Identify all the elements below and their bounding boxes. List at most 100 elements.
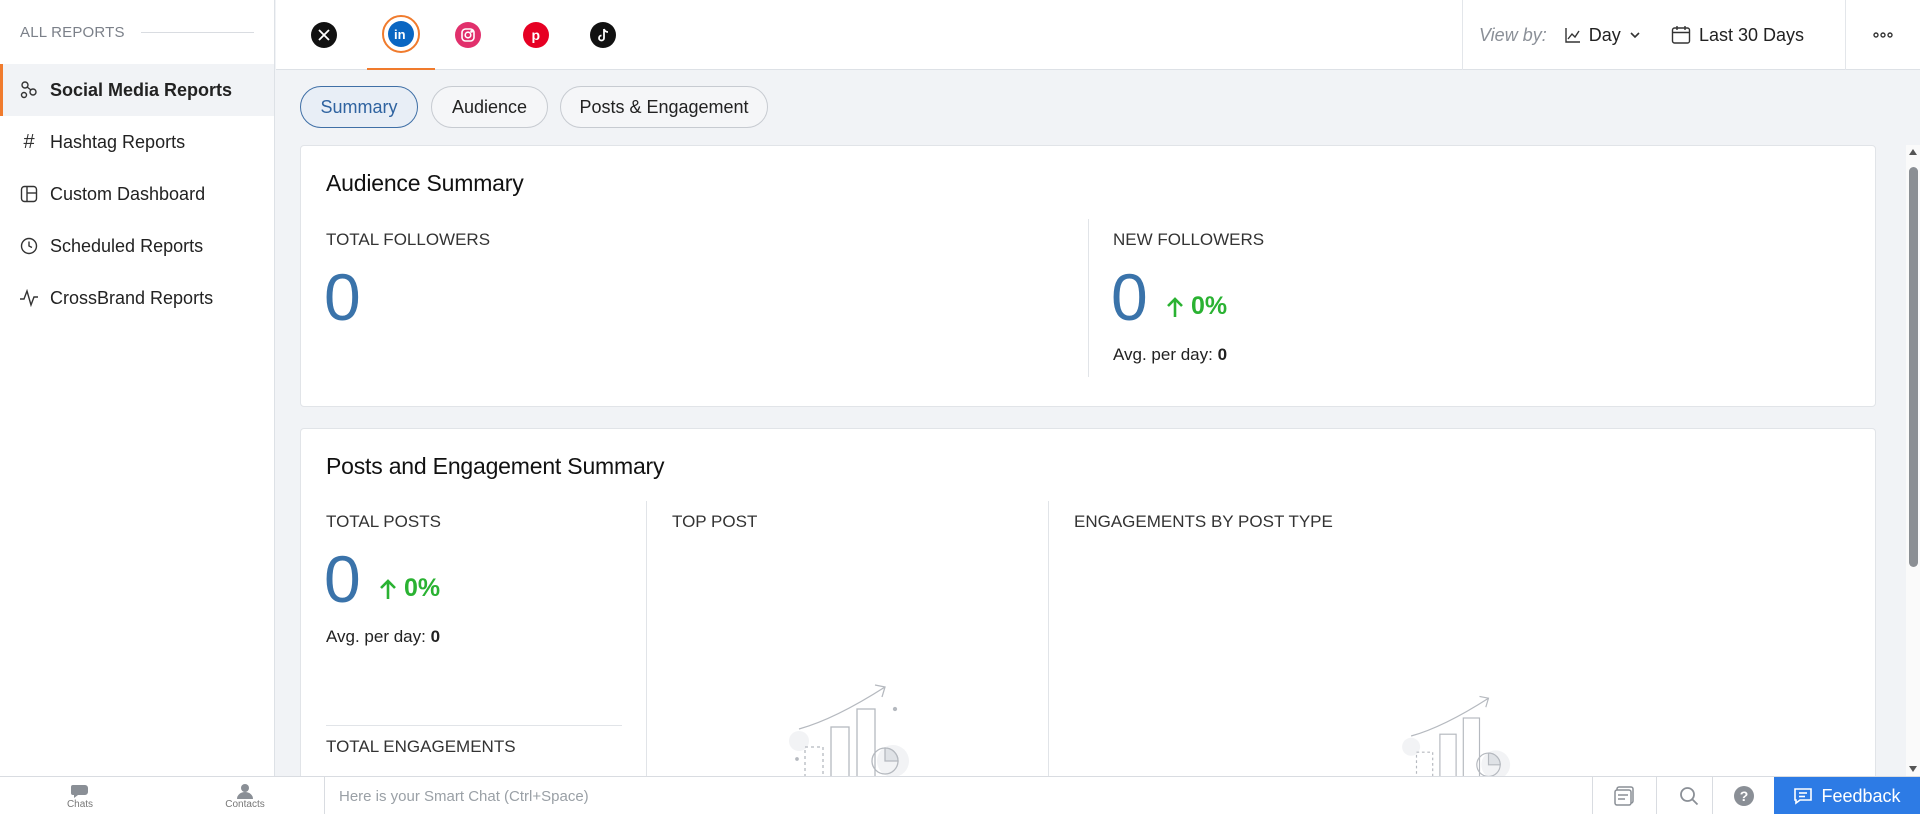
audience-summary-card: Audience Summary TOTAL FOLLOWERS 0 NEW F… xyxy=(300,145,1876,407)
dashboard-icon xyxy=(18,183,40,205)
chats-label: Chats xyxy=(66,798,94,810)
divider xyxy=(1088,219,1089,377)
calendar-icon xyxy=(1671,25,1691,45)
instagram-icon xyxy=(455,22,481,48)
search-icon xyxy=(1679,786,1699,806)
view-by: View by: Day xyxy=(1462,0,1641,70)
divider xyxy=(326,725,622,726)
new-followers-label: NEW FOLLOWERS xyxy=(1113,230,1265,249)
chats-button[interactable]: Chats xyxy=(40,777,120,814)
notes-icon xyxy=(1613,785,1637,807)
smart-chat-input[interactable]: Here is your Smart Chat (Ctrl+Space) xyxy=(324,777,1592,814)
tab-label: Posts & Engagement xyxy=(579,96,749,117)
clock-icon xyxy=(18,235,40,257)
network-tab-pinterest[interactable]: p xyxy=(502,0,570,70)
bottom-bar: Chats Contacts Here is your Smart Chat (… xyxy=(0,776,1920,814)
line-chart-icon xyxy=(1565,27,1581,43)
contacts-button[interactable]: Contacts xyxy=(205,777,285,814)
sidebar-header: ALL REPORTS xyxy=(0,0,274,64)
divider xyxy=(140,31,254,33)
smart-chat-placeholder: Here is your Smart Chat (Ctrl+Space) xyxy=(339,787,589,805)
svg-text:in: in xyxy=(394,27,406,42)
sidebar: ALL REPORTS Social Media Reports # Hasht… xyxy=(0,0,275,776)
top-bar: in p View by: Day Last 30 Days xyxy=(276,0,1920,70)
tab-label: Audience xyxy=(451,96,528,117)
total-posts-change: 0% xyxy=(378,574,440,603)
date-range-picker[interactable]: Last 30 Days xyxy=(1659,0,1804,70)
arrow-up-icon xyxy=(378,578,398,600)
change-percent: 0% xyxy=(404,574,441,602)
sidebar-item-label: Hashtag Reports xyxy=(50,131,186,152)
posts-engagement-title: Posts and Engagement Summary xyxy=(326,453,665,479)
sidebar-item-label: Custom Dashboard xyxy=(50,183,206,204)
avg-per-day: Avg. per day: 0 xyxy=(326,627,440,647)
arrow-up-icon xyxy=(1165,296,1185,318)
total-posts-value: 0 xyxy=(324,542,361,616)
contact-person-icon xyxy=(236,783,254,799)
scroll-down-arrow-icon[interactable] xyxy=(1908,765,1918,773)
network-tab-linkedin[interactable]: in xyxy=(367,0,435,70)
svg-text:?: ? xyxy=(1739,788,1748,804)
new-followers-value: 0 xyxy=(1111,260,1148,334)
network-tab-tiktok[interactable] xyxy=(569,0,637,70)
tab-audience[interactable]: Audience xyxy=(431,86,548,128)
sidebar-item-label: CrossBrand Reports xyxy=(50,287,214,308)
sidebar-item-social-media-reports[interactable]: Social Media Reports xyxy=(0,64,274,116)
linkedin-icon: in xyxy=(388,21,414,47)
sidebar-item-scheduled-reports[interactable]: Scheduled Reports xyxy=(0,220,274,272)
top-post-label: TOP POST xyxy=(672,512,758,531)
empty-chart-illustration-icon xyxy=(785,679,915,784)
help-icon: ? xyxy=(1733,785,1755,807)
tab-summary[interactable]: Summary xyxy=(300,86,418,128)
contacts-label: Contacts xyxy=(225,798,265,810)
notes-button[interactable] xyxy=(1592,777,1656,814)
date-range-label: Last 30 Days xyxy=(1699,24,1805,45)
divider xyxy=(646,501,647,777)
feedback-icon xyxy=(1793,787,1813,805)
hashtag-icon: # xyxy=(23,130,35,153)
avg-value: 0 xyxy=(1217,345,1228,364)
tab-posts-engagement[interactable]: Posts & Engagement xyxy=(560,86,768,128)
scroll-up-arrow-icon[interactable] xyxy=(1908,148,1918,156)
more-icon xyxy=(1872,31,1894,39)
audience-summary-title: Audience Summary xyxy=(326,170,524,196)
total-followers-value: 0 xyxy=(324,260,361,334)
view-by-dropdown[interactable]: Day xyxy=(1565,25,1641,46)
tab-label: Summary xyxy=(320,96,398,117)
avg-label: Avg. per day: xyxy=(326,627,426,646)
main-scrollbar[interactable] xyxy=(1906,145,1920,776)
social-icon xyxy=(18,79,40,101)
view-by-value: Day xyxy=(1588,24,1621,45)
sidebar-item-custom-dashboard[interactable]: Custom Dashboard xyxy=(0,168,274,220)
total-engagements-label: TOTAL ENGAGEMENTS xyxy=(326,737,516,756)
chat-bubble-icon xyxy=(70,783,90,799)
total-posts-label: TOTAL POSTS xyxy=(326,512,441,531)
new-followers-change: 0% xyxy=(1165,292,1227,321)
chevron-down-icon xyxy=(1629,31,1641,39)
sidebar-item-crossbrand-reports[interactable]: CrossBrand Reports xyxy=(0,272,274,324)
x-icon xyxy=(311,22,337,48)
divider xyxy=(1048,501,1049,777)
avg-value: 0 xyxy=(430,627,441,646)
sidebar-item-hashtag-reports[interactable]: # Hashtag Reports xyxy=(0,116,274,168)
change-percent: 0% xyxy=(1191,292,1228,320)
empty-chart-illustration-icon xyxy=(1397,691,1517,786)
sidebar-item-label: Scheduled Reports xyxy=(50,235,204,256)
sidebar-header-label: ALL REPORTS xyxy=(20,23,125,41)
help-button[interactable]: ? xyxy=(1712,777,1774,814)
more-options-button[interactable] xyxy=(1845,0,1920,70)
feedback-button[interactable]: Feedback xyxy=(1774,777,1920,814)
engagements-by-post-type-label: ENGAGEMENTS BY POST TYPE xyxy=(1074,512,1333,531)
view-by-label: View by: xyxy=(1479,24,1547,45)
tiktok-icon xyxy=(590,22,616,48)
search-button[interactable] xyxy=(1656,777,1720,814)
scrollbar-thumb[interactable] xyxy=(1909,167,1918,567)
pinterest-icon: p xyxy=(523,22,549,48)
network-tab-instagram[interactable] xyxy=(434,0,502,70)
svg-text:p: p xyxy=(532,27,541,43)
total-followers-label: TOTAL FOLLOWERS xyxy=(326,230,491,249)
posts-engagement-summary-card: Posts and Engagement Summary TOTAL POSTS… xyxy=(300,428,1876,780)
sidebar-item-label: Social Media Reports xyxy=(50,79,233,100)
network-tab-x[interactable] xyxy=(290,0,358,70)
avg-per-day: Avg. per day: 0 xyxy=(1113,345,1227,365)
